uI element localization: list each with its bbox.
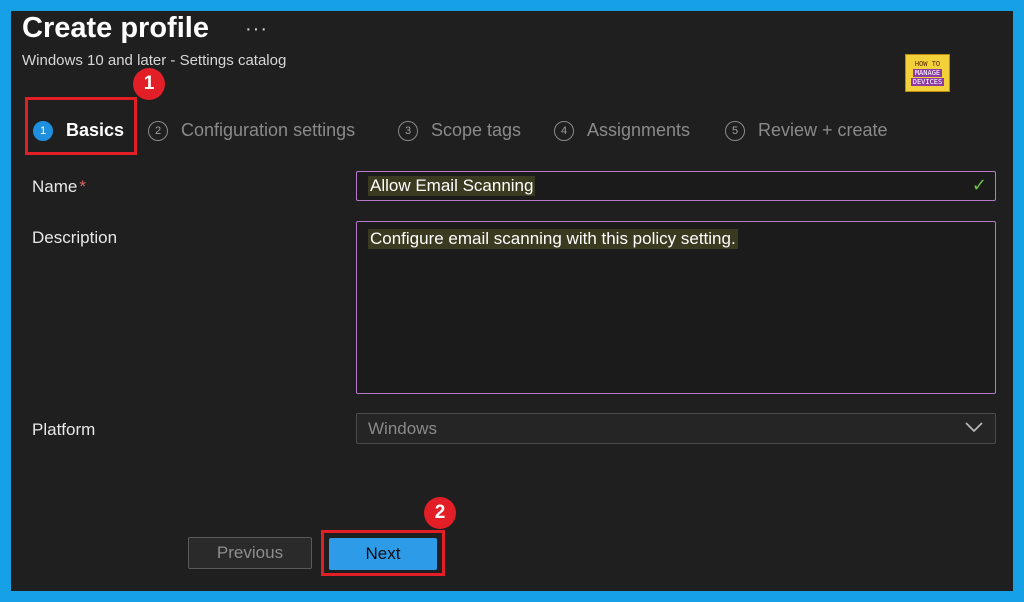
previous-button[interactable]: Previous — [188, 537, 312, 569]
tab-label: Configuration settings — [181, 120, 356, 140]
step-2-icon: 2 — [148, 120, 168, 141]
tab-label: Scope tags — [431, 120, 522, 140]
wizard-steps: 1 Basics 2 Configuration settings 3 Scop… — [0, 110, 1024, 154]
tab-assignments[interactable]: 4 Assignments — [554, 120, 690, 141]
annotation-badge-2: 2 — [424, 497, 456, 529]
name-input[interactable]: Allow Email Scanning ✓ — [356, 171, 996, 201]
platform-label: Platform — [32, 420, 96, 439]
tab-configuration-settings[interactable]: 2 Configuration settings — [148, 120, 355, 141]
tab-label: Assignments — [587, 120, 691, 140]
description-value: Configure email scanning with this polic… — [368, 229, 738, 249]
tab-review-create[interactable]: 5 Review + create — [725, 120, 888, 141]
brand-logo: HOW TO MANAGE DEVICES — [905, 54, 950, 92]
platform-select[interactable]: Windows — [356, 413, 996, 444]
checkmark-icon: ✓ — [971, 175, 987, 195]
name-label: Name * — [32, 177, 86, 197]
description-textarea[interactable]: Configure email scanning with this polic… — [356, 221, 996, 394]
required-marker: * — [79, 177, 86, 196]
name-label-text: Name — [32, 177, 78, 196]
step-3-icon: 3 — [398, 120, 418, 141]
platform-value: Windows — [368, 419, 437, 438]
tab-label: Review + create — [758, 120, 888, 140]
logo-line2: MANAGE — [912, 69, 943, 77]
step-4-icon: 4 — [554, 120, 574, 141]
page-title: Create profile — [22, 12, 209, 44]
logo-line3: DEVICES — [910, 78, 945, 86]
page-subtitle: Windows 10 and later - Settings catalog — [22, 52, 287, 69]
tab-scope-tags[interactable]: 3 Scope tags — [398, 120, 521, 141]
step-5-icon: 5 — [725, 120, 745, 141]
logo-line1: HOW TO — [914, 60, 941, 68]
description-label: Description — [32, 228, 118, 247]
annotation-badge-1: 1 — [133, 68, 165, 100]
highlight-box-basics — [25, 97, 137, 155]
chevron-down-icon — [965, 422, 983, 433]
next-button[interactable]: Next — [329, 538, 437, 570]
name-input-value: Allow Email Scanning — [368, 176, 536, 196]
more-options-icon[interactable]: ··· — [245, 18, 268, 41]
